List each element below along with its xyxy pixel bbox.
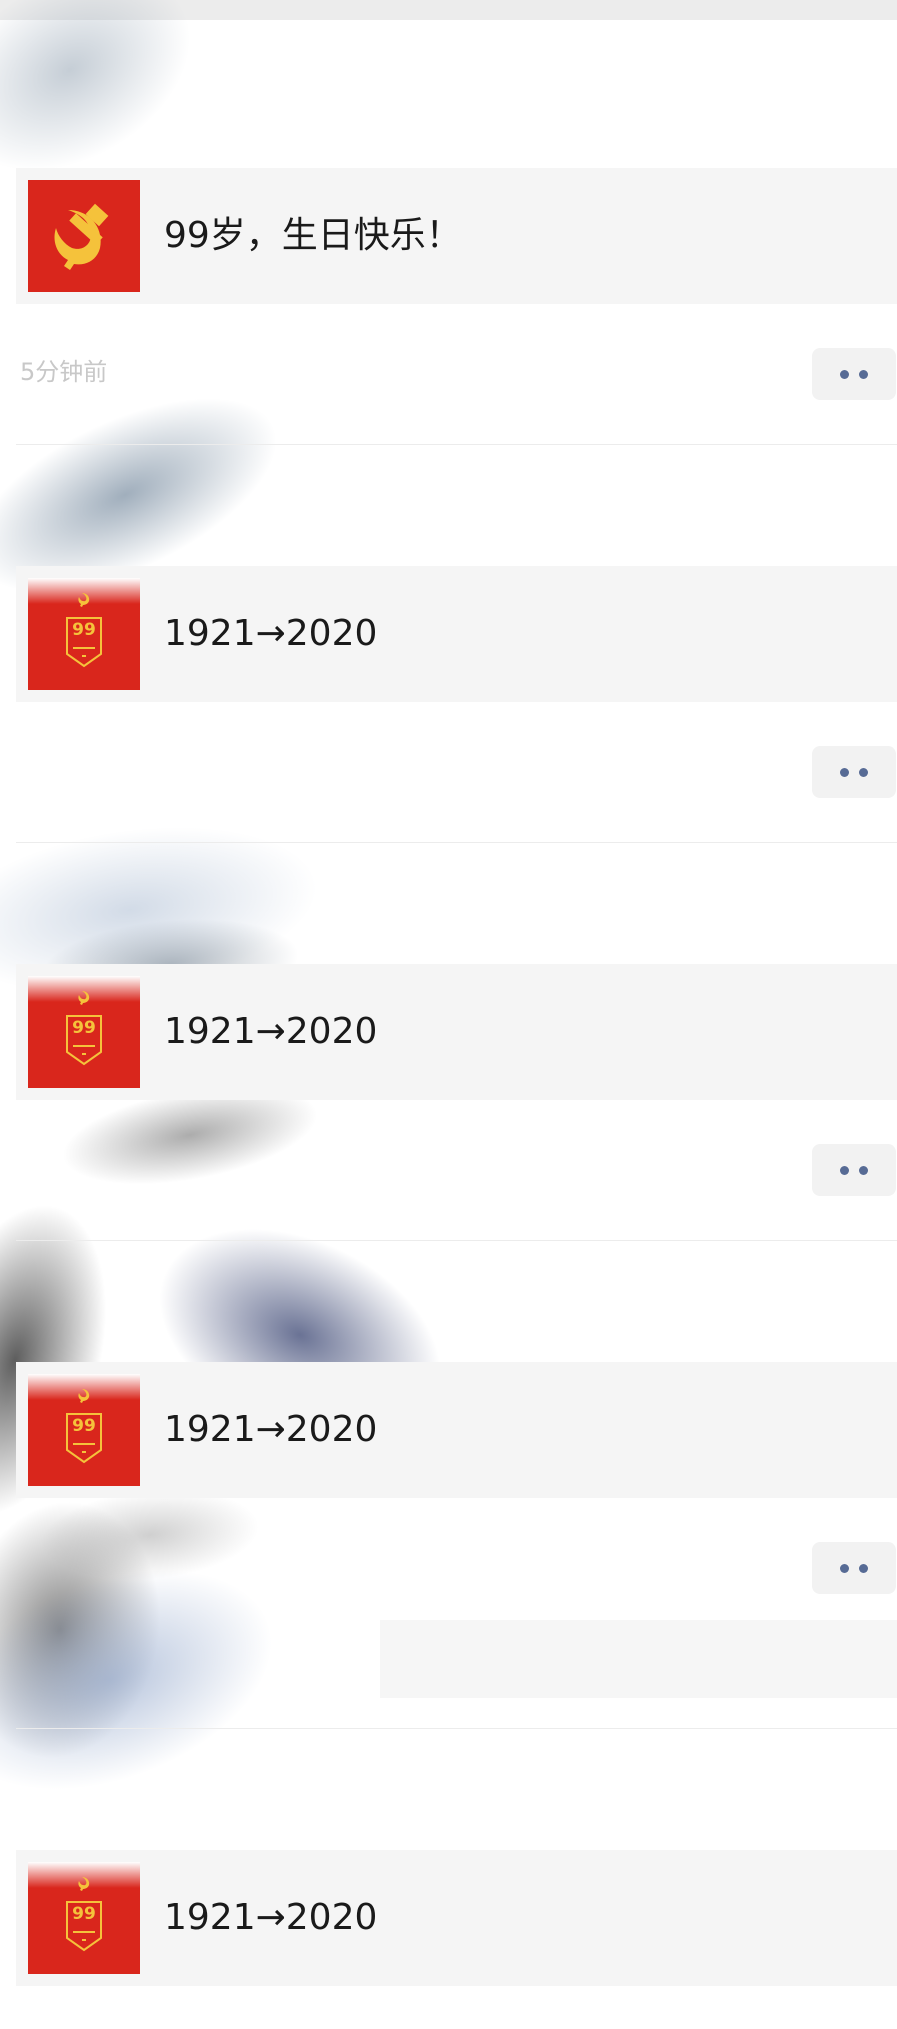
share-card-thumbnail: 99 xyxy=(28,976,140,1088)
divider xyxy=(16,842,897,843)
more-options-button[interactable] xyxy=(812,348,896,400)
hammer-and-sickle-icon xyxy=(54,203,109,270)
more-options-button[interactable] xyxy=(812,746,896,798)
share-card[interactable]: 99岁，生日快乐！ xyxy=(16,168,897,304)
anniversary-99-badge-icon: 99 xyxy=(65,1014,103,1066)
anniversary-99-badge-icon: 99 xyxy=(65,1900,103,1952)
divider xyxy=(16,444,897,445)
anniversary-99-badge-icon: 99 xyxy=(65,616,103,668)
share-card[interactable]: 99 1921→2020 xyxy=(16,964,897,1100)
top-status-strip xyxy=(0,0,897,20)
share-card-thumbnail: 99 xyxy=(28,1374,140,1486)
hammer-and-sickle-icon xyxy=(78,1877,90,1891)
more-dots-icon xyxy=(840,767,849,777)
anniversary-99-badge-icon: 99 xyxy=(65,1412,103,1464)
share-card-title: 1921→2020 xyxy=(164,1011,378,1052)
share-card[interactable]: 99 1921→2020 xyxy=(16,566,897,702)
share-card-thumbnail xyxy=(28,180,140,292)
divider xyxy=(16,1728,897,1729)
share-card-title: 1921→2020 xyxy=(164,613,378,654)
share-card-thumbnail: 99 xyxy=(28,1862,140,1974)
more-options-button[interactable] xyxy=(812,1144,896,1196)
share-card-title: 99岁，生日快乐！ xyxy=(164,215,462,256)
hammer-and-sickle-icon xyxy=(78,1389,90,1403)
divider xyxy=(16,1240,897,1241)
hammer-and-sickle-icon xyxy=(78,593,90,607)
hammer-and-sickle-icon xyxy=(78,991,90,1005)
empty-placeholder-bar xyxy=(380,1620,897,1698)
more-dots-icon xyxy=(840,369,849,379)
share-card[interactable]: 99 1921→2020 xyxy=(16,1850,897,1986)
share-card-thumbnail: 99 xyxy=(28,578,140,690)
share-card-title: 1921→2020 xyxy=(164,1897,378,1938)
share-card-title: 1921→2020 xyxy=(164,1409,378,1450)
more-dots-icon xyxy=(840,1165,849,1175)
more-dots-icon xyxy=(840,1563,849,1573)
post-timestamp: 5分钟前 xyxy=(20,358,108,386)
share-card[interactable]: 99 1921→2020 xyxy=(16,1362,897,1498)
more-options-button[interactable] xyxy=(812,1542,896,1594)
